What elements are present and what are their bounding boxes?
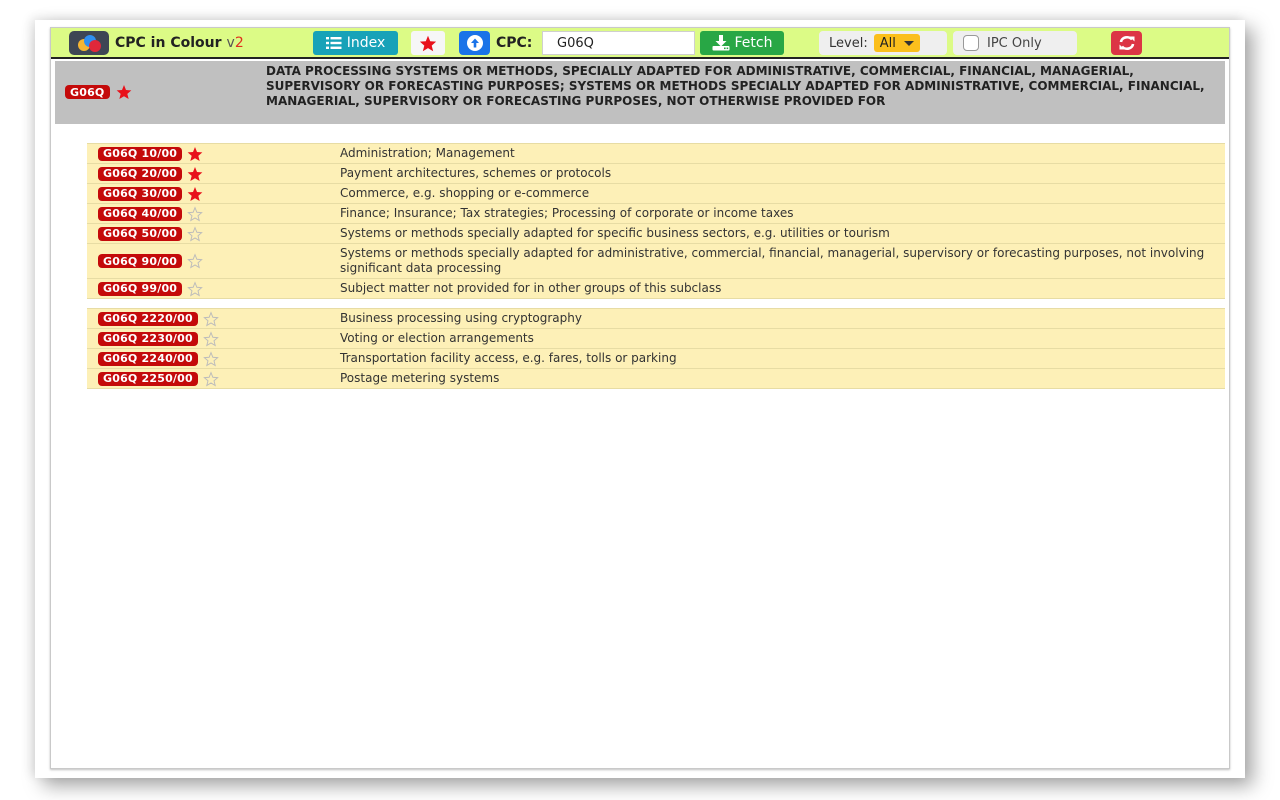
app-window: CPC in Colour v2 Index CPC: G06Q Fetch L… xyxy=(50,27,1230,769)
group-code-cell: G06Q 2250/00 xyxy=(87,370,340,387)
star-outline-icon[interactable] xyxy=(187,253,203,269)
group-row: G06Q 20/00 Payment architectures, schemes… xyxy=(87,164,1225,184)
group-code-badge[interactable]: G06Q 2250/00 xyxy=(98,371,198,386)
caret-down-icon xyxy=(903,40,914,46)
version-prefix: v xyxy=(226,35,235,51)
level-dropdown-value: All xyxy=(879,35,896,51)
ipc-only-checkbox[interactable] xyxy=(963,35,979,51)
level-dropdown[interactable]: All xyxy=(873,34,920,52)
app-version: v2 xyxy=(227,35,244,51)
group-code-badge[interactable]: G06Q 20/00 xyxy=(98,166,183,181)
cpc-input[interactable] xyxy=(542,31,695,55)
star-filled-icon[interactable] xyxy=(116,84,132,100)
star-filled-icon[interactable] xyxy=(187,146,203,162)
subclass-code-wrap: G06Q xyxy=(65,84,132,100)
group-row: G06Q 2220/00 Business processing using cr… xyxy=(87,308,1225,329)
fetch-button[interactable]: Fetch xyxy=(700,31,784,55)
colour-drops-icon xyxy=(78,35,101,52)
group-code-cell: G06Q 2230/00 xyxy=(87,330,340,347)
group-code-badge[interactable]: G06Q 2220/00 xyxy=(98,311,198,326)
group-code-cell: G06Q 20/00 xyxy=(87,166,340,182)
ipc-only-label: IPC Only xyxy=(987,35,1042,51)
arrow-up-circle-icon xyxy=(466,35,483,51)
star-outline-icon[interactable] xyxy=(187,225,203,242)
refresh-button[interactable] xyxy=(1111,31,1142,55)
group-row: G06Q 2250/00 Postage metering systems xyxy=(87,369,1225,389)
group-description: Administration; Management xyxy=(340,146,515,160)
group-row: G06Q 10/00 Administration; Management xyxy=(87,143,1225,164)
app-title: CPC in Colour v2 xyxy=(115,31,244,55)
group-row: G06Q 99/00 Subject matter not provided fo… xyxy=(87,279,1225,299)
subclass-header: G06Q DATA PROCESSING SYSTEMS OR METHODS,… xyxy=(55,61,1225,124)
app-logo xyxy=(69,31,109,55)
group-code-badge[interactable]: G06Q 2240/00 xyxy=(98,351,198,366)
group-code-cell: G06Q 2220/00 xyxy=(87,310,340,327)
group-row: G06Q 2240/00 Transportation facility acce… xyxy=(87,349,1225,369)
group-row: G06Q 2230/00 Voting or election arrangeme… xyxy=(87,329,1225,349)
upload-button[interactable] xyxy=(459,31,490,55)
star-outline-icon[interactable] xyxy=(187,280,203,297)
group-code-cell: G06Q 40/00 xyxy=(87,205,340,222)
group-code-cell: G06Q 99/00 xyxy=(87,280,340,297)
group-description: Business processing using cryptography xyxy=(340,311,582,325)
star-filled-icon xyxy=(419,35,437,51)
group-code-badge[interactable]: G06Q 99/00 xyxy=(98,281,183,296)
group-code-cell: G06Q 90/00 xyxy=(87,253,340,269)
star-outline-icon[interactable] xyxy=(203,330,219,347)
group-code-badge[interactable]: G06Q 10/00 xyxy=(98,146,183,161)
star-outline-icon[interactable] xyxy=(187,205,203,222)
refresh-icon xyxy=(1119,35,1134,51)
level-control: Level: All xyxy=(819,31,947,55)
group-row: G06Q 40/00 Finance; Insurance; Tax strate… xyxy=(87,204,1225,224)
group-description: Systems or methods specially adapted for… xyxy=(340,246,1205,275)
group-code-badge[interactable]: G06Q 40/00 xyxy=(98,206,183,221)
version-number: 2 xyxy=(234,35,244,51)
index-button[interactable]: Index xyxy=(313,31,398,55)
group-description: Subject matter not provided for in other… xyxy=(340,281,722,295)
star-outline-icon[interactable] xyxy=(203,370,219,387)
cpc-label: CPC: xyxy=(496,35,533,51)
group-code-cell: G06Q 2240/00 xyxy=(87,350,340,367)
star-filled-icon[interactable] xyxy=(187,186,203,202)
group-code-badge[interactable]: G06Q 90/00 xyxy=(98,254,183,268)
group-code-cell: G06Q 10/00 xyxy=(87,146,340,162)
group-description: Postage metering systems xyxy=(340,371,500,385)
group-code-badge[interactable]: G06Q 30/00 xyxy=(98,186,183,201)
ipc-only-control[interactable]: IPC Only xyxy=(953,31,1077,55)
group-code-cell: G06Q 30/00 xyxy=(87,186,340,202)
group-row: G06Q 50/00 Systems or methods specially a… xyxy=(87,224,1225,244)
favorites-button[interactable] xyxy=(411,31,445,55)
fetch-button-label: Fetch xyxy=(734,35,773,51)
group-code-cell: G06Q 50/00 xyxy=(87,225,340,242)
list-icon xyxy=(325,37,342,49)
group-code-badge[interactable]: G06Q 2230/00 xyxy=(98,331,198,346)
group-code-badge[interactable]: G06Q 50/00 xyxy=(98,226,183,241)
index-button-label: Index xyxy=(346,35,386,51)
subclass-title: DATA PROCESSING SYSTEMS OR METHODS, SPEC… xyxy=(266,64,1205,108)
group-row: G06Q 90/00 Systems or methods specially a… xyxy=(87,244,1225,279)
group-description: Voting or election arrangements xyxy=(340,331,534,345)
group-row: G06Q 30/00 Commerce, e.g. shopping or e-c… xyxy=(87,184,1225,204)
level-label: Level: xyxy=(829,35,868,51)
star-outline-icon[interactable] xyxy=(203,310,219,327)
app-title-text: CPC in Colour xyxy=(115,35,222,51)
star-outline-icon[interactable] xyxy=(203,350,219,367)
group-description: Payment architectures, schemes or protoc… xyxy=(340,166,612,180)
group-description: Commerce, e.g. shopping or e-commerce xyxy=(340,186,590,200)
group-description: Systems or methods specially adapted for… xyxy=(340,226,890,240)
star-filled-icon[interactable] xyxy=(187,166,203,182)
main-groups-list: G06Q 10/00 Administration; Management G06Q… xyxy=(87,143,1225,299)
toolbar: CPC in Colour v2 Index CPC: G06Q Fetch L… xyxy=(51,28,1229,59)
group-description: Transportation facility access, e.g. far… xyxy=(340,351,677,365)
indexing-groups-list: G06Q 2220/00 Business processing using cr… xyxy=(87,308,1225,389)
subclass-code-badge[interactable]: G06Q xyxy=(65,85,110,99)
group-description: Finance; Insurance; Tax strategies; Proc… xyxy=(340,206,794,220)
download-icon xyxy=(712,35,730,51)
